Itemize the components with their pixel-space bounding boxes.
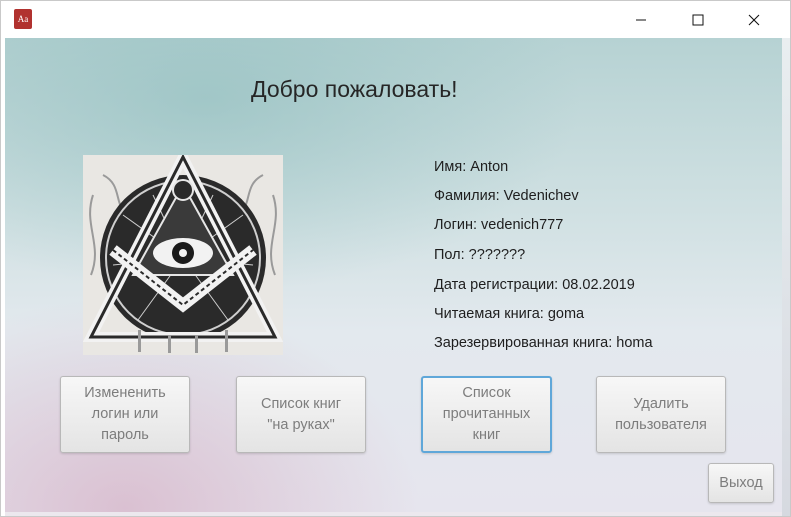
window-bottom-edge bbox=[5, 512, 782, 516]
main-panel: Добро пожаловать! Имя: Anton Фамилия: Ve… bbox=[5, 38, 782, 512]
close-icon bbox=[748, 14, 760, 25]
minimize-button[interactable] bbox=[618, 1, 664, 38]
user-name: Имя: Anton bbox=[434, 159, 509, 175]
maximize-button[interactable] bbox=[675, 1, 721, 38]
read-books-button[interactable]: Список прочитанных книг bbox=[421, 376, 552, 453]
maximize-icon bbox=[692, 14, 704, 25]
user-gender: Пол: ??????? bbox=[434, 247, 526, 263]
close-button[interactable] bbox=[731, 1, 777, 38]
books-on-hand-button[interactable]: Список книг "на руках" bbox=[236, 376, 366, 453]
user-surname: Фамилия: Vedenichev bbox=[434, 188, 579, 204]
reserved-book: Зарезервированная книга: homa bbox=[434, 335, 653, 351]
registration-date: Дата регистрации: 08.02.2019 bbox=[434, 277, 635, 293]
window-right-edge bbox=[782, 38, 790, 516]
minimize-icon bbox=[636, 19, 646, 20]
page-title: Добро пожаловать! bbox=[251, 76, 458, 102]
eye-of-providence-triangle-icon bbox=[83, 155, 283, 355]
change-login-button[interactable]: Измененить логин или пароль bbox=[60, 376, 190, 453]
app-icon: Aa bbox=[14, 9, 32, 29]
delete-user-button[interactable]: Удалить пользователя bbox=[596, 376, 726, 453]
title-bar[interactable]: Aa bbox=[1, 1, 790, 38]
exit-button[interactable]: Выход bbox=[708, 463, 774, 503]
user-login: Логин: vedenich777 bbox=[434, 217, 564, 233]
app-window: Aa Добро пожаловать! Имя: Anton Фамилия:… bbox=[0, 0, 791, 517]
reading-book: Читаемая книга: goma bbox=[434, 306, 585, 322]
